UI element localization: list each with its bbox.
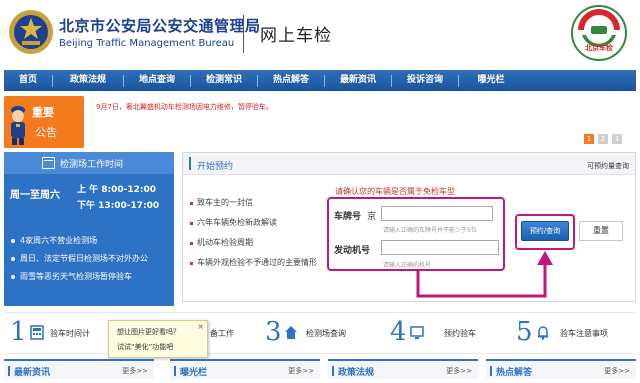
hours-note-link[interactable]: 雨雪等恶劣天气检测场暂停验车: [10, 268, 148, 286]
policy-panel: 政策法规 更多>>: [328, 359, 478, 379]
step-label[interactable]: 验车时间计: [50, 328, 90, 339]
booking-panel: 开始预约 可预约量查询 致车主的一封信 六年车辆免检新政解读 机动车检验周期 车…: [182, 152, 636, 302]
nav-item-exposure[interactable]: 曝光栏: [459, 70, 523, 91]
nav-item-knowledge[interactable]: 检测常识: [191, 70, 257, 91]
monitor-icon: [410, 326, 424, 339]
panel-accent: [332, 366, 334, 376]
engine-number-input[interactable]: [381, 240, 499, 255]
panel-title: 热点解答: [496, 368, 533, 378]
tooltip-line-2[interactable]: 试试“美化”功能吧: [117, 342, 173, 352]
morning-hours: 上 午 8:00-12:00: [77, 185, 157, 195]
bureau-name-en: Beijing Traffic Management Bureau: [59, 38, 235, 49]
main-nav: 首页 政策法规 地点查询 检测常识 热点解答 最新资讯 投诉咨询 曝光栏: [4, 70, 636, 91]
booking-steps: 1 验车时间计 2 备工作 3 检测场查询 4 预约验车 5 验车注意事项: [4, 312, 636, 354]
plate-prefix: 京: [367, 212, 377, 222]
panel-accent: [8, 366, 10, 376]
bell-icon: [538, 326, 548, 340]
header-divider: [243, 15, 244, 53]
book-query-button[interactable]: 预约/查询: [521, 221, 569, 241]
booking-header: 开始预约 可预约量查询: [183, 153, 635, 175]
notice-text[interactable]: 9月7日，奢北翼盛机动车检测场因电力维修，暂停验车。: [96, 102, 273, 112]
booking-info-links: 致车主的一封信 六年车辆免检新政解读 机动车检验周期 车辆外观检验不予通过的主要…: [189, 193, 317, 273]
more-link[interactable]: 更多>>: [122, 366, 148, 376]
panel-title: 政策法规: [338, 368, 375, 378]
engine-note: 请输入正确的机号: [383, 262, 432, 269]
working-hours-panel: 检测场工作时间 周一至周六 上 午 8:00-12:00 下午 13:00-17…: [4, 152, 174, 306]
step-number: 5: [516, 317, 533, 347]
notice-page-1[interactable]: 1: [584, 134, 594, 144]
nav-item-complaints[interactable]: 投诉咨询: [392, 70, 458, 91]
bureau-name-cn: 北京市公安局公安交通管理局: [59, 17, 261, 35]
exposure-panel: 曝光栏 更多>>: [170, 359, 320, 379]
step-number: 3: [265, 317, 282, 347]
step-number: 4: [390, 317, 407, 347]
panel-title: 最新资讯: [14, 368, 51, 378]
working-hours-header: 检测场工作时间: [4, 152, 174, 174]
info-link[interactable]: 六年车辆免检新政解读: [189, 213, 317, 233]
logo-text: 北京车检: [585, 43, 613, 52]
police-emblem-icon: [9, 10, 53, 54]
exemption-hint: 请确认您的车辆是否属于免检车型: [335, 187, 455, 196]
notice-bar: 重要 公告 9月7日，奢北翼盛机动车检测场因电力维修，暂停验车。 1 2 3: [4, 96, 636, 148]
afternoon-hours: 下午 13:00-17:00: [77, 201, 160, 211]
faq-panel: 热点解答 更多>>: [486, 359, 636, 379]
panel-accent: [174, 366, 176, 376]
more-link[interactable]: 更多>>: [288, 366, 314, 376]
news-panel: 最新资讯 更多>>: [4, 359, 154, 379]
tooltip-close-icon[interactable]: ×: [197, 322, 204, 331]
capacity-query-link[interactable]: 可预约量查询: [587, 161, 629, 171]
bottom-panels: 最新资讯 更多>> 曝光栏 更多>> 政策法规 更多>> 热点解答 更多>>: [0, 359, 640, 383]
hours-note-link[interactable]: 4家周六不营业检测场: [10, 232, 148, 250]
home-icon: [285, 326, 297, 339]
nav-item-home[interactable]: 首页: [4, 70, 52, 91]
hours-notes: 4家周六不营业检测场 周日、法定节假日检测场不对外办公 雨雪等恶劣天气检测场暂停…: [10, 232, 148, 286]
police-officer-icon: [11, 106, 25, 145]
step-label[interactable]: 检测场查询: [306, 328, 346, 339]
working-days: 周一至周六: [10, 190, 60, 201]
site-header: 北京市公安局公安交通管理局 Beijing Traffic Management…: [0, 0, 640, 66]
plate-label: 车牌号: [334, 212, 362, 222]
info-link[interactable]: 机动车检验周期: [189, 233, 317, 253]
calendar-icon: [42, 157, 55, 169]
nav-item-news[interactable]: 最新资讯: [325, 70, 391, 91]
step-label[interactable]: 验车注意事项: [560, 328, 608, 339]
panel-title: 曝光栏: [180, 368, 208, 378]
nav-item-faq[interactable]: 热点解答: [258, 70, 324, 91]
hours-note-link[interactable]: 周日、法定节假日检测场不对外办公: [10, 250, 148, 268]
notice-label: 重要 公告: [4, 96, 84, 148]
booking-title: 开始预约: [197, 162, 234, 172]
nav-item-policy[interactable]: 政策法规: [53, 70, 123, 91]
more-link[interactable]: 更多>>: [446, 366, 472, 376]
step-label[interactable]: 预约验车: [444, 328, 476, 339]
beautify-tooltip: 想让图片更好看吗？ 试试“美化”功能吧 ×: [108, 320, 208, 358]
tooltip-line-1: 想让图片更好看吗？: [117, 328, 180, 336]
engine-label: 发动机号: [334, 246, 371, 256]
info-link[interactable]: 车辆外观检验不予通过的主要情形: [189, 253, 317, 273]
step-number: 1: [10, 317, 27, 347]
notice-page-2[interactable]: 2: [598, 134, 608, 144]
reset-button[interactable]: 重置: [579, 221, 623, 241]
site-title: 网上车检: [260, 26, 332, 46]
booking-header-accent: [189, 157, 191, 170]
plate-note: 请输入正确的车牌号并不能少于5位: [383, 227, 477, 234]
info-link[interactable]: 致车主的一封信: [189, 193, 317, 213]
plate-number-input[interactable]: [381, 206, 493, 221]
more-link[interactable]: 更多>>: [604, 366, 630, 376]
step-label[interactable]: 备工作: [210, 328, 234, 339]
panel-accent: [490, 366, 492, 376]
working-hours-title: 检测场工作时间: [60, 160, 124, 170]
notice-pager: 1 2 3: [584, 134, 622, 144]
notice-page-3[interactable]: 3: [612, 134, 622, 144]
nav-item-locations[interactable]: 地点查询: [124, 70, 190, 91]
car-inspection-logo-icon: 北京车检: [571, 5, 627, 61]
notice-label-top: 重要: [32, 106, 54, 119]
calculator-icon: [30, 325, 44, 340]
notice-label-bottom: 公告: [35, 126, 57, 139]
